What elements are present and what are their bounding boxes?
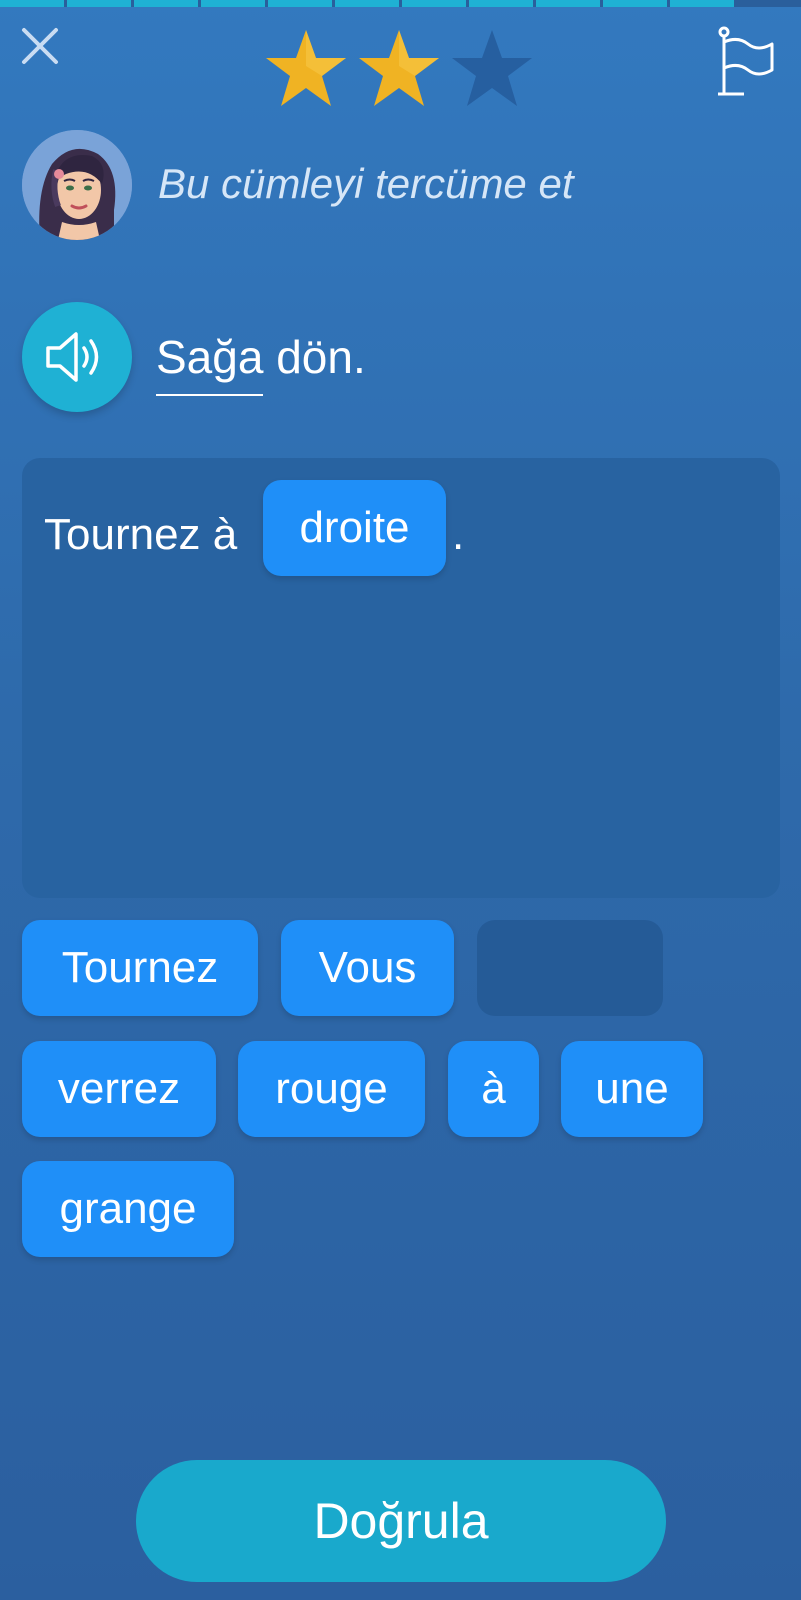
prompt-sentence: Sağa dön. bbox=[156, 330, 366, 396]
word-chip[interactable]: Tournez bbox=[22, 920, 258, 1016]
star-filled-icon bbox=[266, 30, 346, 106]
progress-segment bbox=[268, 0, 332, 7]
instruction-text: Bu cümleyi tercüme et bbox=[158, 160, 574, 207]
lesson-progress-bar bbox=[0, 0, 801, 7]
progress-segment bbox=[536, 0, 600, 7]
selected-word-chip[interactable]: droite bbox=[263, 480, 446, 576]
close-button[interactable] bbox=[20, 26, 60, 66]
word-chip[interactable]: rouge bbox=[238, 1041, 425, 1137]
answer-prefix: Tournez à bbox=[44, 510, 238, 559]
tutor-avatar bbox=[22, 130, 132, 240]
prompt-rest: dön. bbox=[276, 331, 366, 383]
star-empty-icon bbox=[452, 30, 532, 106]
progress-segment bbox=[670, 0, 734, 7]
close-icon bbox=[22, 28, 58, 64]
progress-segment-remaining bbox=[737, 0, 801, 7]
word-chip-placeholder bbox=[477, 920, 663, 1016]
woman-avatar-icon bbox=[22, 130, 132, 240]
progress-segment bbox=[67, 0, 131, 7]
word-chip[interactable]: à bbox=[448, 1041, 539, 1137]
answer-area[interactable]: Tournez à droite . bbox=[22, 458, 780, 898]
flag-icon bbox=[718, 26, 774, 96]
progress-segment bbox=[201, 0, 265, 7]
star-filled-icon bbox=[359, 30, 439, 106]
verify-button[interactable]: Doğrula bbox=[136, 1460, 666, 1582]
progress-segment bbox=[469, 0, 533, 7]
answer-suffix: . bbox=[452, 510, 465, 559]
progress-segment bbox=[402, 0, 466, 7]
word-chip[interactable]: grange bbox=[22, 1161, 234, 1257]
report-flag-button[interactable] bbox=[716, 26, 776, 98]
word-chip[interactable]: verrez bbox=[22, 1041, 216, 1137]
play-audio-button[interactable] bbox=[22, 302, 132, 412]
hint-word[interactable]: Sağa bbox=[156, 330, 264, 396]
word-chip[interactable]: une bbox=[561, 1041, 703, 1137]
progress-segment bbox=[134, 0, 198, 7]
progress-segment bbox=[603, 0, 667, 7]
progress-segment bbox=[0, 0, 64, 7]
speaker-icon bbox=[46, 332, 99, 382]
star-rating bbox=[264, 26, 534, 110]
word-chip[interactable]: Vous bbox=[281, 920, 454, 1016]
progress-segment bbox=[335, 0, 399, 7]
